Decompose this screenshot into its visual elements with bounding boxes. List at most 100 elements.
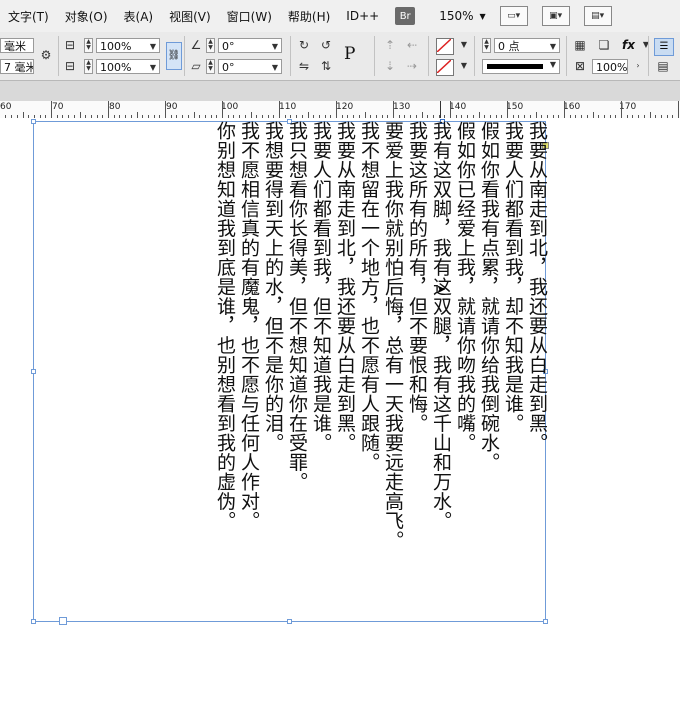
menu-window[interactable]: 窗口(W) [219, 8, 280, 25]
text-column[interactable]: 我想要得到天上的水，但不是你的泪。 [262, 121, 284, 453]
ruler-tick [393, 101, 394, 118]
text-column[interactable]: 我有这双脚，我有这双腿，我有这千山和万水。 [430, 121, 452, 531]
zoom-level-dropdown[interactable]: 150% ▼ [439, 9, 485, 23]
ruler-tick [165, 101, 166, 118]
stroke-type-dropdown[interactable]: ▼ [482, 59, 560, 74]
ruler-label: 140 [449, 102, 467, 112]
text-column[interactable]: 假如你看我有点累，就请你给我倒碗水。 [478, 121, 500, 472]
frame-handle[interactable] [543, 619, 548, 624]
menu-text[interactable]: 文字(T) [0, 8, 57, 25]
text-column[interactable]: 我不愿相信真的有魔鬼，也不愿与任何人作对。 [238, 121, 260, 531]
horizontal-ruler[interactable]: 60 70 80 90 100 110 120 130 140 150 160 … [0, 101, 680, 119]
shear-stepper[interactable]: ▲ ▼ [206, 59, 215, 74]
stroke-swatch[interactable] [436, 59, 454, 76]
text-column[interactable]: 我要这所有的所有，但不要恨和悔。 [406, 121, 428, 433]
arrange-documents-icon[interactable]: ▤▾ [583, 6, 612, 26]
panel-options-icon[interactable]: ▤ [655, 59, 671, 73]
rotate-icon: ∠ [190, 38, 202, 52]
ruler-tick [222, 101, 223, 118]
constrain-proportions-icon[interactable]: ⛓ [166, 42, 182, 70]
bridge-button[interactable]: Br [395, 7, 416, 25]
ruler-tick [507, 101, 508, 118]
ruler-label: 80 [109, 102, 121, 112]
ruler-tick [336, 101, 337, 118]
frame-in-port[interactable] [59, 617, 67, 625]
text-column[interactable]: 我要人们都看到我，但不知道我是谁。 [310, 121, 332, 453]
text-column[interactable]: 我要从南走到北，我还要从白走到黑。 [334, 121, 356, 453]
text-column[interactable]: 我要人们都看到我，却不知我是谁。 [502, 121, 524, 433]
menu-help[interactable]: 帮助(H) [280, 8, 338, 25]
chevron-right-icon[interactable]: › [630, 59, 646, 73]
text-column[interactable]: 你别想知道我到底是谁，也别想看到我的虚伪。 [214, 121, 236, 531]
flip-vertical-icon[interactable]: ⇅ [318, 59, 334, 73]
no-stroke-icon [436, 59, 452, 74]
scale-x-input[interactable]: 100% ▼ [96, 38, 160, 53]
reference-point-icon[interactable]: ⚙ [38, 48, 54, 62]
shear-angle-input[interactable]: 0° ▼ [218, 59, 282, 74]
rotate-stepper[interactable]: ▲ ▼ [206, 38, 215, 53]
opacity-input[interactable]: 100% [592, 59, 628, 74]
ruler-label: 90 [166, 102, 178, 112]
chevron-down-icon[interactable]: ▼ [456, 59, 472, 73]
effects-fx-button[interactable]: fx [622, 38, 635, 52]
text-wrap-icon[interactable]: ▦ [572, 38, 588, 52]
stroke-type-preview [487, 64, 543, 69]
select-content-icon[interactable]: ⇣ [382, 59, 398, 73]
select-next-icon[interactable]: ⇢ [404, 59, 420, 73]
stroke-weight-input[interactable]: 0 点 ▼ [494, 38, 560, 53]
height-icon: ⊟ [64, 59, 76, 73]
rotate-cw-icon[interactable]: ↻ [296, 38, 312, 52]
drop-shadow-icon[interactable]: ❏ [596, 38, 612, 52]
menu-view[interactable]: 视图(V) [161, 8, 219, 25]
menu-bar: 文字(T) 对象(O) 表(A) 视图(V) 窗口(W) 帮助(H) ID++ … [0, 0, 680, 33]
ruler-cursor-marker [440, 101, 441, 118]
scale-x-stepper[interactable]: ▲ ▼ [84, 38, 93, 53]
stroke-weight-stepper[interactable]: ▲ ▼ [482, 38, 491, 53]
ruler-label: 120 [336, 102, 354, 112]
panel-menu-icon[interactable]: ☰ [654, 38, 674, 56]
rotate-ccw-icon[interactable]: ↺ [318, 38, 334, 52]
ruler-label: 110 [279, 102, 297, 112]
no-fill-icon [436, 38, 452, 53]
shear-icon: ▱ [191, 59, 201, 73]
fill-swatch[interactable] [436, 38, 454, 55]
ruler-label: 150 [506, 102, 524, 112]
document-canvas[interactable]: 我要从南走到北，我还要从白走到黑。 我要人们都看到我，却不知我是谁。 假如你看我… [0, 118, 680, 704]
ruler-label: 130 [393, 102, 411, 112]
chevron-down-icon[interactable]: ▼ [456, 38, 472, 52]
frame-handle[interactable] [31, 369, 36, 374]
text-column[interactable]: 我只想看你长得美，但不想知道你在受罪。 [286, 121, 308, 492]
y-position-field[interactable]: 7 毫米 [0, 59, 34, 74]
view-options-icon[interactable]: ▭▾ [499, 6, 528, 26]
text-column[interactable]: 假如你已经爱上我，就请你吻我的嘴。 [454, 121, 476, 453]
select-container-icon[interactable]: ⇡ [382, 38, 398, 52]
text-column[interactable]: 我要从南走到北，我还要从白走到黑。 [526, 121, 548, 453]
document-tab-strip [0, 81, 680, 101]
control-panel: 毫米 7 毫米 ⚙ ⊟ ⊟ ▲ ▼ ▲ ▼ 100% ▼ 100% ▼ ⛓ ∠ ▱ ▲ ▼… [0, 32, 680, 81]
frame-handle[interactable] [287, 619, 292, 624]
ruler-label: 60 [0, 102, 12, 112]
frame-handle[interactable] [31, 119, 36, 124]
scale-y-stepper[interactable]: ▲ ▼ [84, 59, 93, 74]
chevron-down-icon: ▼ [479, 11, 486, 21]
scale-y-input[interactable]: 100% ▼ [96, 59, 160, 74]
ruler-label: 100 [221, 102, 239, 112]
frame-handle[interactable] [31, 619, 36, 624]
width-icon: ⊟ [64, 38, 76, 52]
flip-horizontal-icon[interactable]: ⇋ [296, 59, 312, 73]
menu-object[interactable]: 对象(O) [57, 8, 116, 25]
screen-mode-icon[interactable]: ▣▾ [541, 6, 570, 26]
chevron-down-icon[interactable]: ▼ [638, 38, 654, 52]
flip-indicator-p: P [344, 44, 356, 64]
x-position-field[interactable]: 毫米 [0, 38, 34, 53]
ruler-tick [51, 101, 52, 118]
rotate-angle-input[interactable]: 0° ▼ [218, 38, 282, 53]
ruler-tick [108, 101, 109, 118]
menu-idplusplus[interactable]: ID++ [338, 9, 387, 23]
text-column[interactable]: 我不想留在一个地方，也不愿有人跟随。 [358, 121, 380, 472]
ruler-tick [450, 101, 451, 118]
select-previous-icon[interactable]: ⇠ [404, 38, 420, 52]
text-column[interactable]: 要爱上我你就别怕后悔，总有一天我要远走高飞。 [382, 121, 404, 550]
zoom-value: 150% [439, 9, 474, 23]
menu-table[interactable]: 表(A) [116, 8, 162, 25]
